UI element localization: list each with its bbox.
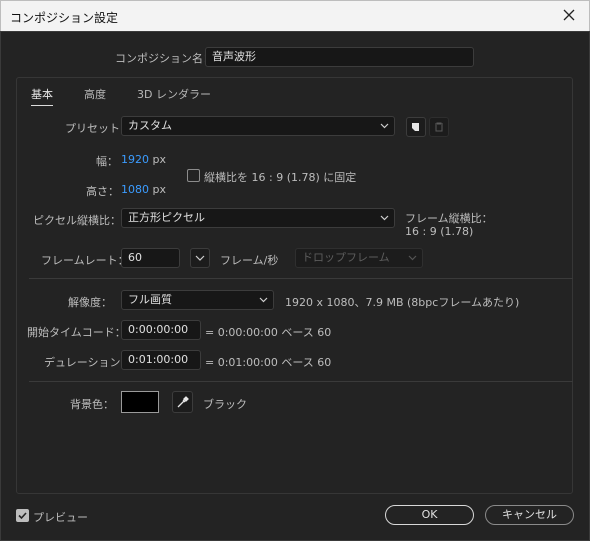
composition-settings-dialog: コンポジション名： 音声波形 基本 高度 3D レンダラー プリセット： カスタ… (0, 31, 590, 541)
window-title: コンポジション設定 (10, 11, 119, 25)
background-color-swatch[interactable] (121, 391, 159, 413)
lock-aspect-checkbox[interactable] (187, 169, 200, 182)
check-icon (18, 512, 27, 520)
start-timecode-input[interactable]: 0:00:00:00 (121, 320, 201, 340)
divider (29, 278, 573, 279)
pixel-aspect-value: 正方形ピクセル (128, 211, 205, 224)
resolution-value: フル画質 (128, 293, 172, 306)
save-preset-icon (412, 123, 419, 131)
height-label: 高さ： (86, 185, 119, 198)
start-timecode-label: 開始タイムコード： (27, 326, 126, 339)
preview-label: プレビュー (33, 511, 88, 524)
start-timecode-info: = 0:00:00:00 ベース 60 (205, 326, 332, 339)
width-field[interactable]: 1920 px (121, 153, 166, 166)
frame-aspect-label: フレーム縦横比： (405, 212, 493, 225)
height-unit: px (152, 183, 167, 196)
eyedropper-icon (177, 396, 189, 408)
chevron-down-icon (195, 255, 205, 261)
width-value: 1920 (121, 153, 149, 166)
frame-aspect-value: 16 : 9 (1.78) (405, 225, 474, 238)
frame-rate-dropdown-button[interactable] (190, 248, 210, 268)
title-bar: コンポジション設定 (0, 0, 590, 31)
tab-advanced[interactable]: 高度 (84, 86, 106, 102)
comp-name-input[interactable]: 音声波形 (205, 47, 474, 67)
divider (29, 381, 573, 382)
settings-panel: 基本 高度 3D レンダラー プリセット： カスタム 幅： 1920 px 高さ… (16, 77, 573, 494)
cancel-button[interactable]: キャンセル (485, 505, 574, 525)
chevron-down-icon (380, 123, 389, 129)
height-field[interactable]: 1080 px (121, 183, 166, 196)
close-button[interactable] (556, 4, 582, 28)
background-color-name: ブラック (203, 398, 247, 411)
close-icon (563, 9, 575, 21)
pixel-aspect-select[interactable]: 正方形ピクセル (121, 208, 395, 228)
resolution-info: 1920 x 1080、7.9 MB (8bpcフレームあたり) (285, 296, 520, 309)
resolution-select[interactable]: フル画質 (121, 290, 274, 310)
duration-input[interactable]: 0:01:00:00 (121, 350, 201, 370)
tab-3d-renderer[interactable]: 3D レンダラー (137, 86, 211, 102)
preset-select[interactable]: カスタム (121, 116, 395, 136)
duration-label: デュレーション： (44, 356, 132, 369)
delete-preset-button[interactable] (429, 117, 449, 137)
chevron-down-icon (380, 215, 389, 221)
height-value: 1080 (121, 183, 149, 196)
comp-name-label: コンポジション名： (115, 52, 214, 65)
frame-rate-label: フレームレート： (41, 254, 129, 267)
duration-info: = 0:01:00:00 ベース 60 (205, 356, 332, 369)
resolution-label: 解像度： (68, 296, 112, 309)
pixel-aspect-label: ピクセル縦横比： (33, 214, 121, 227)
save-preset-button[interactable] (406, 117, 426, 137)
tab-basic[interactable]: 基本 (31, 86, 53, 106)
preset-value: カスタム (128, 119, 172, 132)
trash-icon (435, 122, 443, 132)
preview-checkbox[interactable] (16, 509, 29, 522)
frame-rate-input[interactable]: 60 (121, 248, 180, 268)
frame-rate-unit: フレーム/秒 (220, 254, 279, 267)
chevron-down-icon (259, 297, 268, 303)
eyedropper-button[interactable] (172, 391, 193, 413)
width-label: 幅： (96, 155, 118, 168)
background-color-label: 背景色： (70, 398, 114, 411)
drop-frame-select[interactable]: ドロップフレーム (295, 248, 423, 268)
drop-frame-value: ドロップフレーム (302, 251, 390, 264)
lock-aspect-label: 縦横比を 16 : 9 (1.78) に固定 (204, 171, 357, 184)
chevron-down-icon (408, 255, 417, 261)
width-unit: px (152, 153, 167, 166)
ok-button[interactable]: OK (385, 505, 474, 525)
